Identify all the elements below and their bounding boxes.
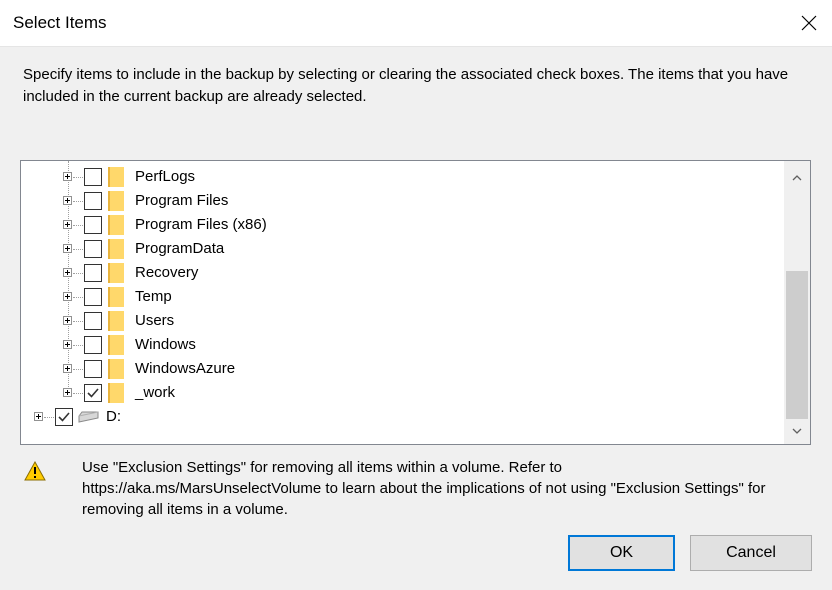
checkmark-icon (87, 388, 99, 398)
tree-item-label: Temp (135, 288, 172, 305)
tree-item-label: WindowsAzure (135, 360, 236, 377)
tree-item-work[interactable]: _work (21, 381, 785, 405)
tree-item-label: PerfLogs (135, 168, 196, 185)
scroll-down-button[interactable] (784, 420, 810, 442)
tree-item-perflogs[interactable]: PerfLogs (21, 165, 785, 189)
expand-icon[interactable] (34, 412, 43, 421)
title-bar: Select Items (0, 0, 832, 47)
folder-icon (108, 167, 124, 187)
warning-message: Use "Exclusion Settings" for removing al… (82, 459, 766, 518)
expand-icon[interactable] (63, 244, 72, 253)
tree-item-windowsazure[interactable]: WindowsAzure (21, 357, 785, 381)
items-tree[interactable]: PerfLogs Program Files Program Files (x8… (20, 160, 811, 445)
folder-icon (108, 335, 124, 355)
checkbox[interactable] (84, 168, 102, 186)
folder-icon (108, 311, 124, 331)
checkbox[interactable] (84, 360, 102, 378)
tree-item-label: Recovery (135, 264, 199, 281)
cancel-button[interactable]: Cancel (690, 535, 812, 571)
folder-icon (108, 263, 124, 283)
window-title: Select Items (13, 13, 107, 32)
checkbox[interactable] (84, 192, 102, 210)
folder-icon (108, 215, 124, 235)
folder-icon (108, 191, 124, 211)
tree-item-program-files-x86[interactable]: Program Files (x86) (21, 213, 785, 237)
expand-icon[interactable] (63, 364, 72, 373)
checkbox[interactable] (84, 288, 102, 306)
folder-icon (108, 383, 124, 403)
chevron-down-icon (792, 428, 802, 434)
folder-icon (108, 359, 124, 379)
tree-item-drive-d[interactable]: D: (21, 405, 785, 429)
tree-item-windows[interactable]: Windows (21, 333, 785, 357)
checkbox[interactable] (84, 264, 102, 282)
expand-icon[interactable] (63, 388, 72, 397)
close-button[interactable] (786, 0, 832, 46)
tree-item-label: Users (135, 312, 175, 329)
scroll-thumb[interactable] (786, 271, 808, 419)
checkbox-checked[interactable] (84, 384, 102, 402)
folder-icon (108, 239, 124, 259)
vertical-scrollbar[interactable] (784, 161, 810, 444)
checkbox[interactable] (84, 216, 102, 234)
checkbox[interactable] (84, 240, 102, 258)
tree-item-users[interactable]: Users (21, 309, 785, 333)
chevron-up-icon (792, 175, 802, 181)
ok-button[interactable]: OK (568, 535, 675, 571)
expand-icon[interactable] (63, 340, 72, 349)
expand-icon[interactable] (63, 292, 72, 301)
tree-item-label: _work (135, 384, 176, 401)
scroll-up-button[interactable] (784, 167, 810, 189)
folder-icon (108, 287, 124, 307)
tree-item-programdata[interactable]: ProgramData (21, 237, 785, 261)
tree-item-label: Windows (135, 336, 196, 353)
expand-icon[interactable] (63, 220, 72, 229)
close-icon (801, 15, 817, 31)
tree-item-label: D: (106, 408, 121, 425)
drive-icon (78, 411, 99, 423)
warning-icon (24, 461, 46, 481)
expand-icon[interactable] (63, 172, 72, 181)
expand-icon[interactable] (63, 268, 72, 277)
checkbox[interactable] (84, 312, 102, 330)
tree-item-label: ProgramData (135, 240, 225, 257)
tree-item-label: Program Files (x86) (135, 216, 267, 233)
expand-icon[interactable] (63, 196, 72, 205)
tree-item-temp[interactable]: Temp (21, 285, 785, 309)
expand-icon[interactable] (63, 316, 72, 325)
instructions-text: Specify items to include in the backup b… (23, 66, 789, 105)
checkbox[interactable] (84, 336, 102, 354)
tree-item-recovery[interactable]: Recovery (21, 261, 785, 285)
checkmark-icon (58, 412, 70, 422)
checkbox-checked[interactable] (55, 408, 73, 426)
tree-item-label: Program Files (135, 192, 229, 209)
tree-item-program-files[interactable]: Program Files (21, 189, 785, 213)
